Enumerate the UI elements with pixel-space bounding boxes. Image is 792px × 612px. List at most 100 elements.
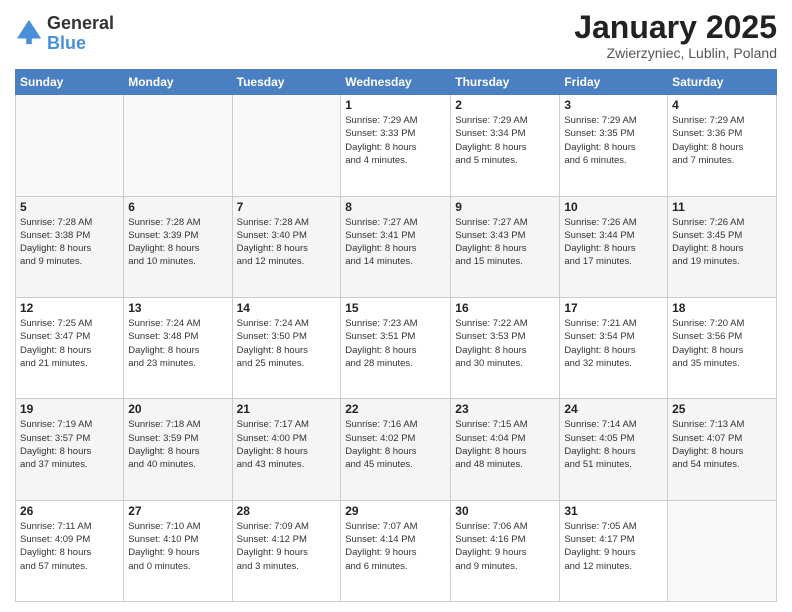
- calendar-cell: 7 Sunrise: 7:28 AM Sunset: 3:40 PM Daylig…: [232, 196, 341, 297]
- calendar-cell: 21 Sunrise: 7:17 AM Sunset: 4:00 PM Dayli…: [232, 399, 341, 500]
- header: General Blue January 2025 Zwierzyniec, L…: [15, 10, 777, 61]
- logo: General Blue: [15, 14, 114, 54]
- day-info: Sunrise: 7:27 AM Sunset: 3:41 PM Dayligh…: [345, 216, 446, 269]
- day-info: Sunrise: 7:23 AM Sunset: 3:51 PM Dayligh…: [345, 317, 446, 370]
- day-number: 8: [345, 200, 446, 214]
- calendar-cell: 8 Sunrise: 7:27 AM Sunset: 3:41 PM Daylig…: [341, 196, 451, 297]
- day-number: 19: [20, 402, 119, 416]
- day-info: Sunrise: 7:25 AM Sunset: 3:47 PM Dayligh…: [20, 317, 119, 370]
- calendar-cell: 4Sunrise: 7:29 AM Sunset: 3:36 PM Daylig…: [668, 95, 777, 196]
- day-info: Sunrise: 7:26 AM Sunset: 3:44 PM Dayligh…: [564, 216, 663, 269]
- calendar-cell: 24 Sunrise: 7:14 AM Sunset: 4:05 PM Dayli…: [560, 399, 668, 500]
- day-number: 28: [237, 504, 337, 518]
- calendar-cell: 1 Sunrise: 7:29 AM Sunset: 3:33 PM Daylig…: [341, 95, 451, 196]
- day-number: 22: [345, 402, 446, 416]
- calendar-cell: 26Sunrise: 7:11 AM Sunset: 4:09 PM Dayli…: [16, 500, 124, 601]
- day-number: 30: [455, 504, 555, 518]
- col-tuesday: Tuesday: [232, 70, 341, 95]
- day-number: 1: [345, 98, 446, 112]
- logo-general: General: [47, 14, 114, 34]
- day-number: 21: [237, 402, 337, 416]
- day-info: Sunrise: 7:11 AM Sunset: 4:09 PM Dayligh…: [20, 520, 119, 573]
- day-number: 5: [20, 200, 119, 214]
- month-title: January 2025: [574, 10, 777, 45]
- day-info: Sunrise: 7:19 AM Sunset: 3:57 PM Dayligh…: [20, 418, 119, 471]
- calendar-cell: [16, 95, 124, 196]
- day-number: 16: [455, 301, 555, 315]
- calendar-week-1: 1 Sunrise: 7:29 AM Sunset: 3:33 PM Daylig…: [16, 95, 777, 196]
- day-info: Sunrise: 7:06 AM Sunset: 4:16 PM Dayligh…: [455, 520, 555, 573]
- day-info: Sunrise: 7:28 AM Sunset: 3:38 PM Dayligh…: [20, 216, 119, 269]
- day-number: 31: [564, 504, 663, 518]
- day-number: 12: [20, 301, 119, 315]
- calendar-cell: 3 Sunrise: 7:29 AM Sunset: 3:35 PM Daylig…: [560, 95, 668, 196]
- day-number: 10: [564, 200, 663, 214]
- day-number: 6: [128, 200, 227, 214]
- day-info: Sunrise: 7:26 AM Sunset: 3:45 PM Dayligh…: [672, 216, 772, 269]
- calendar-cell: 5 Sunrise: 7:28 AM Sunset: 3:38 PM Daylig…: [16, 196, 124, 297]
- calendar-cell: 22 Sunrise: 7:16 AM Sunset: 4:02 PM Dayli…: [341, 399, 451, 500]
- page: General Blue January 2025 Zwierzyniec, L…: [0, 0, 792, 612]
- day-info: Sunrise: 7:17 AM Sunset: 4:00 PM Dayligh…: [237, 418, 337, 471]
- calendar-cell: 20Sunrise: 7:18 AM Sunset: 3:59 PM Dayli…: [124, 399, 232, 500]
- day-info: Sunrise: 7:14 AM Sunset: 4:05 PM Dayligh…: [564, 418, 663, 471]
- calendar-cell: 28 Sunrise: 7:09 AM Sunset: 4:12 PM Dayli…: [232, 500, 341, 601]
- col-thursday: Thursday: [451, 70, 560, 95]
- calendar-cell: 16 Sunrise: 7:22 AM Sunset: 3:53 PM Dayli…: [451, 297, 560, 398]
- col-saturday: Saturday: [668, 70, 777, 95]
- calendar-cell: 9 Sunrise: 7:27 AM Sunset: 3:43 PM Daylig…: [451, 196, 560, 297]
- day-info: Sunrise: 7:09 AM Sunset: 4:12 PM Dayligh…: [237, 520, 337, 573]
- title-block: January 2025 Zwierzyniec, Lublin, Poland: [574, 10, 777, 61]
- day-number: 18: [672, 301, 772, 315]
- day-info: Sunrise: 7:22 AM Sunset: 3:53 PM Dayligh…: [455, 317, 555, 370]
- day-info: Sunrise: 7:29 AM Sunset: 3:34 PM Dayligh…: [455, 114, 555, 167]
- day-info: Sunrise: 7:16 AM Sunset: 4:02 PM Dayligh…: [345, 418, 446, 471]
- day-info: Sunrise: 7:05 AM Sunset: 4:17 PM Dayligh…: [564, 520, 663, 573]
- day-info: Sunrise: 7:07 AM Sunset: 4:14 PM Dayligh…: [345, 520, 446, 573]
- logo-icon: [15, 18, 43, 46]
- day-number: 7: [237, 200, 337, 214]
- day-number: 24: [564, 402, 663, 416]
- calendar: Sunday Monday Tuesday Wednesday Thursday…: [15, 69, 777, 602]
- col-sunday: Sunday: [16, 70, 124, 95]
- calendar-cell: [124, 95, 232, 196]
- calendar-cell: 2 Sunrise: 7:29 AM Sunset: 3:34 PM Daylig…: [451, 95, 560, 196]
- day-info: Sunrise: 7:29 AM Sunset: 3:35 PM Dayligh…: [564, 114, 663, 167]
- subtitle: Zwierzyniec, Lublin, Poland: [574, 45, 777, 61]
- day-number: 25: [672, 402, 772, 416]
- day-number: 14: [237, 301, 337, 315]
- calendar-week-4: 19 Sunrise: 7:19 AM Sunset: 3:57 PM Dayli…: [16, 399, 777, 500]
- day-info: Sunrise: 7:10 AM Sunset: 4:10 PM Dayligh…: [128, 520, 227, 573]
- calendar-cell: 23Sunrise: 7:15 AM Sunset: 4:04 PM Dayli…: [451, 399, 560, 500]
- day-number: 29: [345, 504, 446, 518]
- calendar-week-2: 5 Sunrise: 7:28 AM Sunset: 3:38 PM Daylig…: [16, 196, 777, 297]
- col-friday: Friday: [560, 70, 668, 95]
- day-number: 15: [345, 301, 446, 315]
- calendar-cell: 30 Sunrise: 7:06 AM Sunset: 4:16 PM Dayli…: [451, 500, 560, 601]
- calendar-header-row: Sunday Monday Tuesday Wednesday Thursday…: [16, 70, 777, 95]
- day-info: Sunrise: 7:27 AM Sunset: 3:43 PM Dayligh…: [455, 216, 555, 269]
- day-info: Sunrise: 7:28 AM Sunset: 3:40 PM Dayligh…: [237, 216, 337, 269]
- calendar-cell: 13Sunrise: 7:24 AM Sunset: 3:48 PM Dayli…: [124, 297, 232, 398]
- day-info: Sunrise: 7:20 AM Sunset: 3:56 PM Dayligh…: [672, 317, 772, 370]
- calendar-cell: 19 Sunrise: 7:19 AM Sunset: 3:57 PM Dayli…: [16, 399, 124, 500]
- calendar-cell: 11Sunrise: 7:26 AM Sunset: 3:45 PM Dayli…: [668, 196, 777, 297]
- day-number: 17: [564, 301, 663, 315]
- calendar-cell: 31 Sunrise: 7:05 AM Sunset: 4:17 PM Dayli…: [560, 500, 668, 601]
- day-number: 9: [455, 200, 555, 214]
- day-number: 27: [128, 504, 227, 518]
- col-monday: Monday: [124, 70, 232, 95]
- day-number: 23: [455, 402, 555, 416]
- day-info: Sunrise: 7:29 AM Sunset: 3:33 PM Dayligh…: [345, 114, 446, 167]
- calendar-cell: 27 Sunrise: 7:10 AM Sunset: 4:10 PM Dayli…: [124, 500, 232, 601]
- day-number: 3: [564, 98, 663, 112]
- calendar-cell: [668, 500, 777, 601]
- day-number: 2: [455, 98, 555, 112]
- day-info: Sunrise: 7:24 AM Sunset: 3:50 PM Dayligh…: [237, 317, 337, 370]
- day-info: Sunrise: 7:13 AM Sunset: 4:07 PM Dayligh…: [672, 418, 772, 471]
- col-wednesday: Wednesday: [341, 70, 451, 95]
- calendar-cell: 18 Sunrise: 7:20 AM Sunset: 3:56 PM Dayli…: [668, 297, 777, 398]
- day-number: 4: [672, 98, 772, 112]
- logo-blue: Blue: [47, 34, 114, 54]
- day-info: Sunrise: 7:21 AM Sunset: 3:54 PM Dayligh…: [564, 317, 663, 370]
